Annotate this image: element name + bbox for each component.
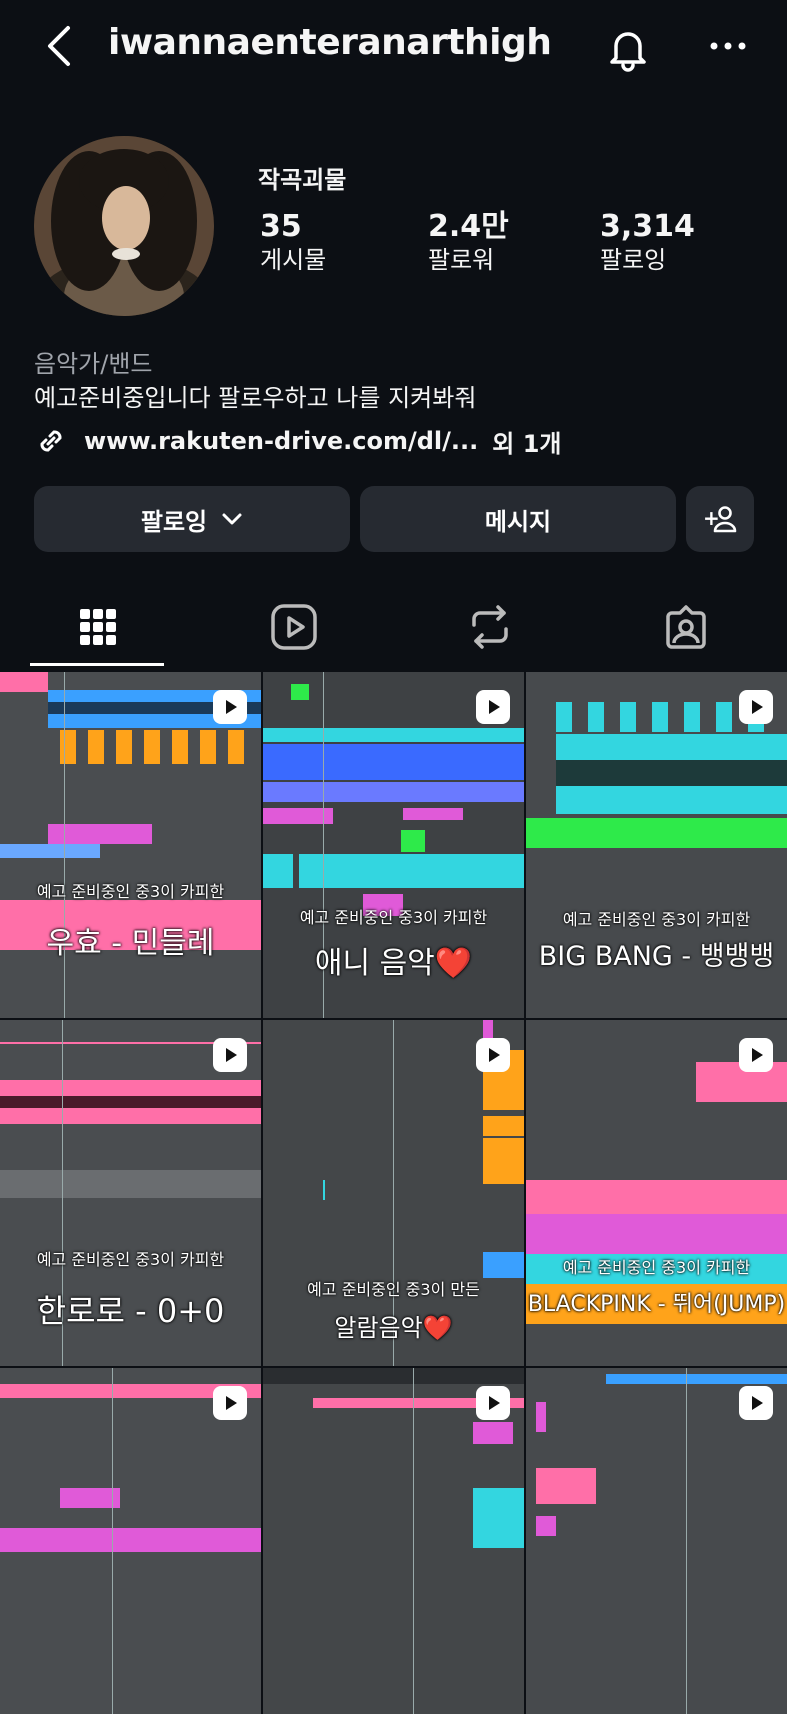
stat-following-value: 3,314 bbox=[600, 209, 695, 244]
portrait-image bbox=[34, 136, 214, 316]
post-tile[interactable] bbox=[263, 1368, 524, 1714]
bell-icon[interactable] bbox=[604, 24, 652, 72]
display-name: 작곡괴물 bbox=[258, 166, 347, 194]
post-tile[interactable] bbox=[0, 1368, 261, 1714]
post-tile[interactable]: 예고 준비중인 중3이 카피한 우효 - 민들레 bbox=[0, 672, 261, 1018]
post-caption-small: 예고 준비중인 중3이 카피한 bbox=[36, 882, 225, 901]
post-caption-title: 애니 음악❤️ bbox=[314, 946, 473, 981]
post-tile[interactable]: 예고 준비중인 중3이 카피한 한로로 - 0+0 bbox=[0, 1020, 261, 1366]
post-tile[interactable]: 예고 준비중인 중3이 만든 알람음악❤️ bbox=[263, 1020, 524, 1366]
profile-bio: 예고준비중입니다 팔로우하고 나를 지켜봐줘 bbox=[34, 384, 477, 412]
profile-link[interactable]: www.rakuten-drive.com/dl/... 외 1개 bbox=[34, 424, 561, 458]
profile-link-text[interactable]: www.rakuten-drive.com/dl/... bbox=[84, 427, 478, 455]
reel-indicator-icon bbox=[213, 1386, 247, 1420]
reel-indicator-icon bbox=[739, 1386, 773, 1420]
stat-following[interactable]: 3,314 팔로잉 bbox=[600, 210, 695, 276]
reels-icon bbox=[271, 604, 317, 650]
post-caption-title: BIG BANG - 뱅뱅뱅 bbox=[538, 941, 775, 972]
profile-link-extra[interactable]: 외 1개 bbox=[492, 424, 561, 459]
reel-indicator-icon bbox=[476, 690, 510, 724]
chevron-left-icon[interactable] bbox=[40, 24, 80, 68]
chevron-down-icon bbox=[222, 513, 242, 525]
stat-posts-value: 35 bbox=[260, 209, 302, 244]
reel-indicator-icon bbox=[739, 1038, 773, 1072]
profile-tabs bbox=[0, 585, 787, 669]
following-button-label: 팔로잉 bbox=[140, 507, 208, 536]
message-button-label: 메시지 bbox=[484, 507, 552, 536]
following-button[interactable]: 팔로잉 bbox=[34, 486, 350, 552]
profile-category: 음악가/밴드 bbox=[34, 350, 153, 378]
post-caption-title: BLACKPINK - 뛰어(JUMP) bbox=[527, 1292, 786, 1317]
stat-posts-label: 게시물 bbox=[260, 246, 327, 274]
tab-reels[interactable] bbox=[196, 585, 392, 669]
posts-grid: 예고 준비중인 중3이 카피한 우효 - 민들레 예고 준비중인 중3이 카피한… bbox=[0, 672, 787, 1714]
active-tab-indicator bbox=[30, 663, 164, 666]
reel-indicator-icon bbox=[476, 1386, 510, 1420]
reel-indicator-icon bbox=[739, 690, 773, 724]
post-caption-small: 예고 준비중인 중3이 카피한 bbox=[299, 908, 488, 927]
tagged-icon bbox=[666, 605, 706, 649]
tab-tagged[interactable] bbox=[588, 585, 784, 669]
post-tile[interactable]: 예고 준비중인 중3이 카피한 BIG BANG - 뱅뱅뱅 bbox=[526, 672, 787, 1018]
link-icon bbox=[40, 430, 62, 452]
profile-username: iwannaenteranarthigh bbox=[108, 22, 552, 63]
post-tile[interactable] bbox=[526, 1368, 787, 1714]
post-tile[interactable]: 예고 준비중인 중3이 카피한 BLACKPINK - 뛰어(JUMP) bbox=[526, 1020, 787, 1366]
post-caption-small: 예고 준비중인 중3이 만든 bbox=[307, 1280, 480, 1299]
post-caption-small: 예고 준비중인 중3이 카피한 bbox=[36, 1250, 225, 1269]
tab-reposts[interactable] bbox=[392, 585, 588, 669]
stat-posts[interactable]: 35 게시물 bbox=[260, 210, 326, 276]
post-caption-small: 예고 준비중인 중3이 카피한 bbox=[562, 1258, 751, 1277]
reel-indicator-icon bbox=[476, 1038, 510, 1072]
post-caption-title: 우효 - 민들레 bbox=[46, 926, 215, 961]
repost-icon bbox=[472, 605, 508, 649]
message-button[interactable]: 메시지 bbox=[360, 486, 676, 552]
post-caption-title: 알람음악❤️ bbox=[334, 1314, 453, 1342]
stat-followers[interactable]: 2.4만 팔로워 bbox=[428, 210, 509, 276]
suggest-people-button[interactable]: + bbox=[686, 486, 754, 552]
top-bar: iwannaenteranarthigh bbox=[0, 0, 787, 92]
stat-followers-value: 2.4만 bbox=[428, 209, 509, 244]
grid-icon bbox=[80, 609, 116, 645]
tab-posts-grid[interactable] bbox=[0, 585, 196, 669]
add-person-icon: + bbox=[703, 506, 737, 533]
post-tile[interactable]: 예고 준비중인 중3이 카피한 애니 음악❤️ bbox=[263, 672, 524, 1018]
reel-indicator-icon bbox=[213, 1038, 247, 1072]
post-caption-title: 한로로 - 0+0 bbox=[36, 1292, 225, 1330]
stat-followers-label: 팔로워 bbox=[428, 246, 495, 274]
stat-following-label: 팔로잉 bbox=[600, 246, 667, 274]
post-caption-small: 예고 준비중인 중3이 카피한 bbox=[562, 910, 751, 929]
more-horizontal-icon[interactable] bbox=[708, 34, 748, 58]
profile-avatar[interactable] bbox=[34, 136, 214, 316]
reel-indicator-icon bbox=[213, 690, 247, 724]
